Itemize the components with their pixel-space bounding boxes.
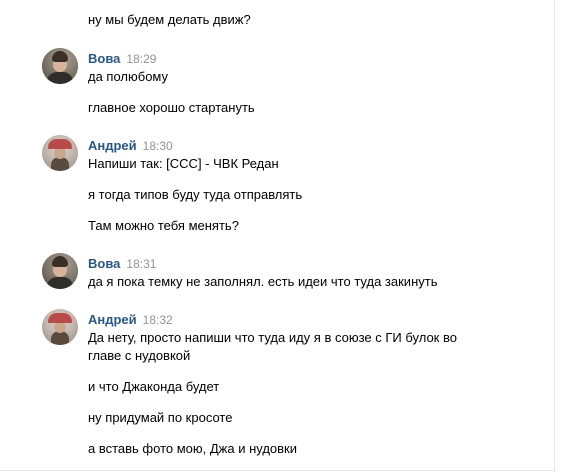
author-name-link[interactable]: Вова bbox=[88, 256, 120, 271]
message-text: я тогда типов буду туда отправлять bbox=[88, 187, 303, 202]
panel-border bbox=[554, 0, 555, 472]
message-text: главное хорошо стартануть bbox=[88, 100, 255, 115]
message-header: Андрей 18:32 bbox=[88, 312, 173, 328]
message-text: Там можно тебя менять? bbox=[88, 218, 239, 233]
message-header: Вова 18:29 bbox=[88, 51, 156, 67]
message-text: ну придумай по кросоте bbox=[88, 410, 233, 425]
message-time[interactable]: 18:31 bbox=[126, 257, 156, 271]
message-time[interactable]: 18:32 bbox=[143, 313, 173, 327]
author-name-link[interactable]: Андрей bbox=[88, 312, 137, 327]
message-text: ну мы будем делать движ? bbox=[88, 12, 251, 27]
message-text: и что Джаконда будет bbox=[88, 379, 220, 394]
chat-history: ну мы будем делать движ? Вова 18:29 да по… bbox=[0, 0, 554, 472]
message-text: а вставь фото мою, Джа и нудовки bbox=[88, 441, 297, 456]
message-text: Да нету, просто напиши что туда иду я в … bbox=[88, 330, 457, 345]
panel-divider bbox=[0, 470, 554, 471]
message-header: Андрей 18:30 bbox=[88, 138, 173, 154]
message-time[interactable]: 18:29 bbox=[126, 52, 156, 66]
avatar-andrey[interactable] bbox=[42, 309, 78, 345]
avatar-vova[interactable] bbox=[42, 253, 78, 289]
message-text: главе с нудовкой bbox=[88, 348, 191, 363]
author-name-link[interactable]: Андрей bbox=[88, 138, 137, 153]
message-text: да я пока темку не заполнял. есть идеи ч… bbox=[88, 274, 438, 289]
message-text: Напиши так: [ССС] - ЧВК Редан bbox=[88, 156, 279, 171]
message-text: да полюбому bbox=[88, 69, 169, 84]
message-time[interactable]: 18:30 bbox=[143, 139, 173, 153]
avatar-vova[interactable] bbox=[42, 48, 78, 84]
author-name-link[interactable]: Вова bbox=[88, 51, 120, 66]
avatar-andrey[interactable] bbox=[42, 135, 78, 171]
message-header: Вова 18:31 bbox=[88, 256, 156, 272]
